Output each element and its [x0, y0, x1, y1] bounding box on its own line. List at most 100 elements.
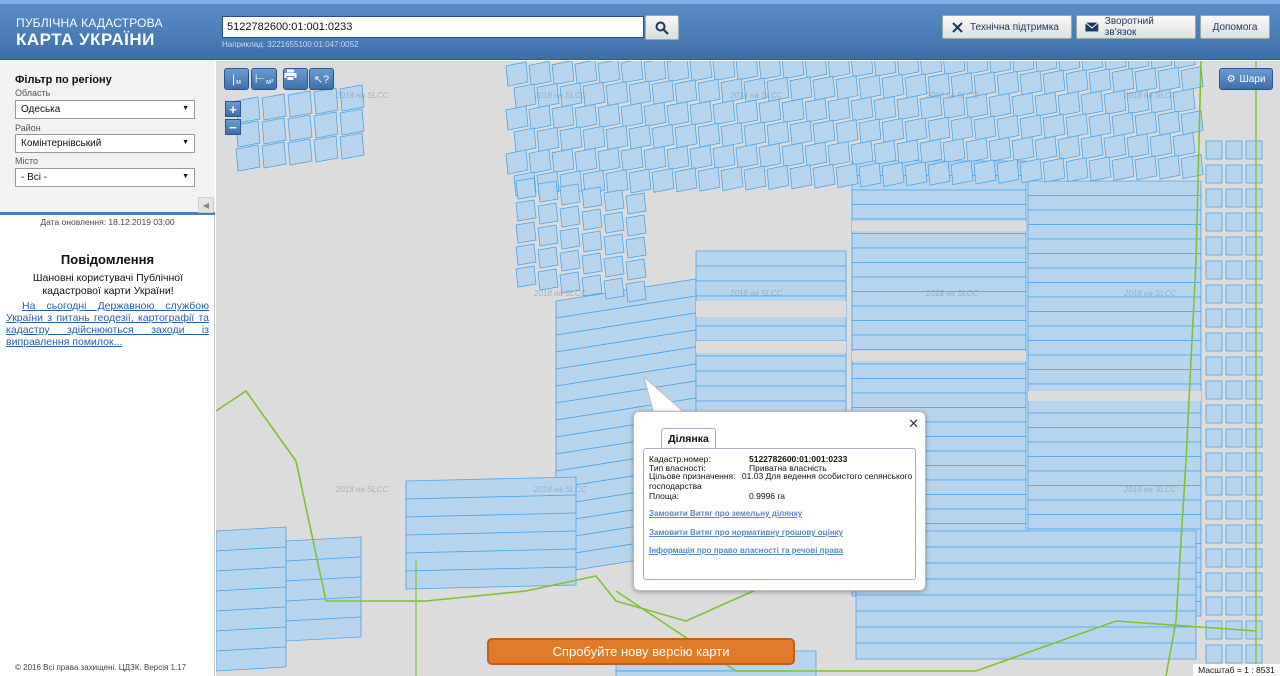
- house-plot[interactable]: [1157, 110, 1181, 136]
- house-plot[interactable]: [666, 145, 690, 171]
- house-plot[interactable]: [881, 73, 905, 99]
- house-plot[interactable]: [551, 104, 575, 130]
- house-plot[interactable]: [973, 159, 997, 185]
- house-plot[interactable]: [1205, 140, 1223, 160]
- field-parcel[interactable]: [1027, 412, 1202, 428]
- house-plot[interactable]: [1080, 134, 1104, 160]
- field-parcel[interactable]: [851, 363, 1027, 379]
- house-plot[interactable]: [1205, 164, 1223, 184]
- tab-parcel[interactable]: Ділянка: [661, 428, 716, 448]
- house-plot[interactable]: [942, 138, 966, 164]
- close-icon[interactable]: ✕: [908, 416, 919, 432]
- house-plot[interactable]: [1034, 91, 1058, 117]
- field-parcel[interactable]: [855, 594, 1197, 612]
- house-plot[interactable]: [1225, 428, 1243, 448]
- house-plot[interactable]: [1245, 596, 1263, 616]
- house-plot[interactable]: [582, 125, 606, 151]
- house-plot[interactable]: [1011, 92, 1035, 118]
- house-plot[interactable]: [674, 79, 698, 105]
- house-plot[interactable]: [603, 233, 625, 256]
- house-plot[interactable]: [1225, 284, 1243, 304]
- house-plot[interactable]: [1245, 644, 1263, 664]
- house-plot[interactable]: [1058, 61, 1081, 73]
- map-canvas[interactable]: 2018 на SLCC 2018 на SLCC 2018 на SLCC 2…: [216, 61, 1280, 676]
- support-button[interactable]: Технічна підтримка: [942, 15, 1072, 39]
- house-plot[interactable]: [666, 61, 690, 83]
- house-plot[interactable]: [651, 79, 675, 105]
- house-plot[interactable]: [643, 101, 667, 127]
- house-plot[interactable]: [689, 144, 713, 170]
- field-parcel[interactable]: [1027, 267, 1202, 283]
- house-plot[interactable]: [1111, 67, 1135, 93]
- house-plot[interactable]: [603, 255, 625, 278]
- house-plot[interactable]: [781, 98, 805, 124]
- house-plot[interactable]: [950, 160, 974, 186]
- house-plot[interactable]: [625, 236, 647, 259]
- house-plot[interactable]: [989, 61, 1012, 74]
- field-parcel[interactable]: [1027, 195, 1202, 211]
- house-plot[interactable]: [1245, 260, 1263, 280]
- house-plot[interactable]: [988, 92, 1012, 118]
- house-plot[interactable]: [505, 105, 529, 131]
- field-parcel[interactable]: [1027, 296, 1202, 312]
- house-plot[interactable]: [605, 169, 629, 195]
- house-plot[interactable]: [881, 161, 905, 187]
- house-plot[interactable]: [812, 163, 836, 189]
- house-plot[interactable]: [697, 122, 721, 148]
- house-plot[interactable]: [551, 148, 575, 174]
- house-plot[interactable]: [581, 252, 603, 275]
- house-plot[interactable]: [758, 61, 782, 80]
- house-plot[interactable]: [313, 135, 339, 163]
- house-plot[interactable]: [537, 268, 559, 291]
- house-plot[interactable]: [339, 108, 365, 136]
- house-plot[interactable]: [628, 124, 652, 150]
- house-plot[interactable]: [1065, 113, 1089, 139]
- city-select[interactable]: - Всі - ▼: [15, 168, 195, 187]
- house-plot[interactable]: [1205, 188, 1223, 208]
- house-plot[interactable]: [689, 100, 713, 126]
- house-plot[interactable]: [1019, 158, 1043, 184]
- house-plot[interactable]: [712, 144, 736, 170]
- house-plot[interactable]: [1205, 596, 1223, 616]
- house-plot[interactable]: [1245, 428, 1263, 448]
- house-plot[interactable]: [537, 224, 559, 247]
- house-plot[interactable]: [1157, 154, 1181, 180]
- measure-area-button[interactable]: ⊢ м²: [251, 68, 277, 90]
- house-plot[interactable]: [536, 126, 560, 152]
- house-plot[interactable]: [1081, 61, 1104, 72]
- house-plot[interactable]: [850, 61, 874, 78]
- feedback-button[interactable]: Зворотний зв'язок: [1076, 15, 1196, 39]
- site-logo[interactable]: ПУБЛІЧНА КАДАСТРОВА КАРТА УКРАЇНИ: [16, 16, 163, 50]
- house-plot[interactable]: [1245, 188, 1263, 208]
- house-plot[interactable]: [603, 277, 625, 300]
- house-plot[interactable]: [873, 95, 897, 121]
- field-parcel[interactable]: [1027, 238, 1202, 254]
- house-plot[interactable]: [1088, 112, 1112, 138]
- house-plot[interactable]: [1080, 90, 1104, 116]
- field-parcel[interactable]: [851, 378, 1027, 394]
- ownership-info-link[interactable]: Інформація про право власності та речові…: [649, 546, 843, 555]
- house-plot[interactable]: [804, 141, 828, 167]
- house-plot[interactable]: [620, 146, 644, 172]
- house-plot[interactable]: [1065, 69, 1089, 95]
- house-plot[interactable]: [597, 61, 621, 85]
- house-plot[interactable]: [1225, 260, 1243, 280]
- house-plot[interactable]: [515, 265, 537, 288]
- house-plot[interactable]: [988, 136, 1012, 162]
- house-plot[interactable]: [1225, 548, 1243, 568]
- house-plot[interactable]: [1103, 89, 1127, 115]
- house-plot[interactable]: [1245, 236, 1263, 256]
- house-plot[interactable]: [1245, 452, 1263, 472]
- search-button[interactable]: [645, 15, 679, 40]
- region-select[interactable]: Одеська ▼: [15, 100, 195, 119]
- house-plot[interactable]: [1088, 156, 1112, 182]
- field-parcel[interactable]: [1027, 499, 1202, 515]
- house-plot[interactable]: [1134, 111, 1158, 137]
- house-plot[interactable]: [1011, 136, 1035, 162]
- house-plot[interactable]: [505, 61, 529, 87]
- house-plot[interactable]: [1245, 212, 1263, 232]
- house-plot[interactable]: [674, 167, 698, 193]
- house-plot[interactable]: [858, 118, 882, 144]
- house-plot[interactable]: [574, 147, 598, 173]
- field-parcel[interactable]: [1027, 209, 1202, 225]
